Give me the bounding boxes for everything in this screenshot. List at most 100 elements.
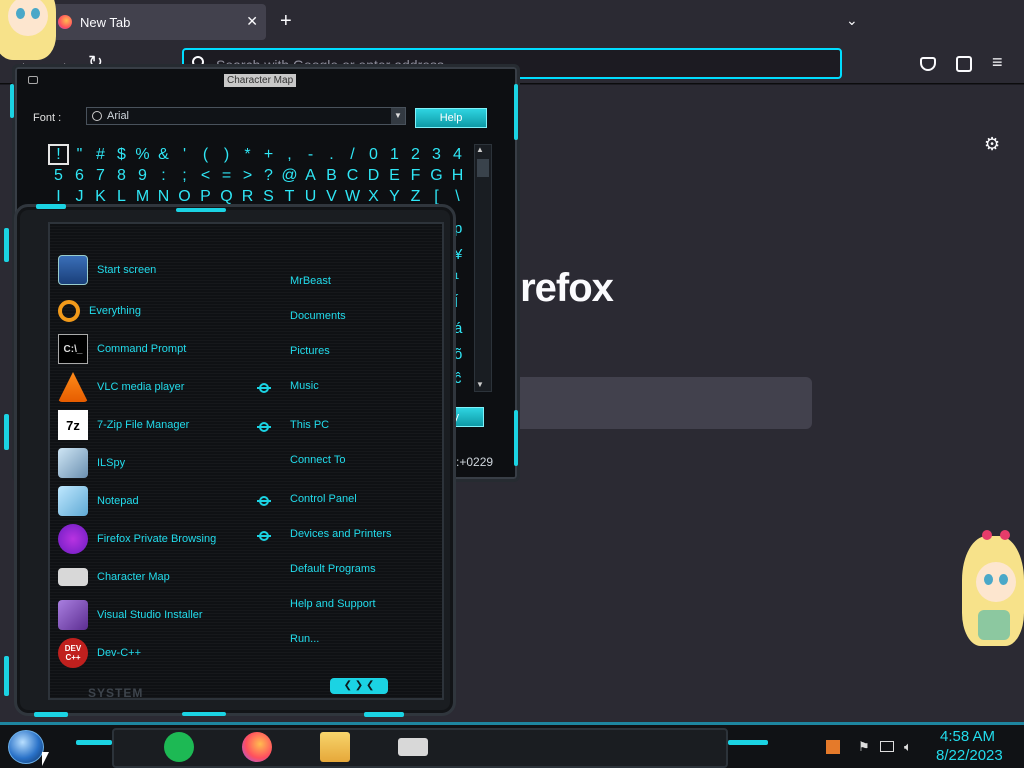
start-orb-icon[interactable]: [8, 730, 44, 764]
java-tray-icon[interactable]: [826, 740, 840, 754]
scroll-up-icon[interactable]: ▲: [476, 145, 484, 154]
new-tab-button[interactable]: +: [280, 10, 292, 33]
char-cell[interactable]: ;: [174, 165, 195, 186]
char-cell[interactable]: F: [405, 165, 426, 186]
char-cell[interactable]: 8: [111, 165, 132, 186]
start-menu-place[interactable]: Music: [290, 380, 319, 392]
char-cell[interactable]: ?: [258, 165, 279, 186]
program-label: Character Map: [97, 571, 170, 583]
char-cell[interactable]: :: [153, 165, 174, 186]
char-cell[interactable]: <: [195, 165, 216, 186]
start-menu-place[interactable]: Pictures: [290, 345, 330, 357]
clock-time[interactable]: 4:58 AM: [940, 728, 995, 745]
start-menu-place[interactable]: Default Programs: [290, 563, 376, 575]
start-menu-program[interactable]: Visual Studio Installer: [58, 599, 203, 631]
help-button[interactable]: Help: [415, 108, 487, 128]
start-menu-program[interactable]: DEV C++ Dev-C++: [58, 637, 141, 669]
chevron-down-icon[interactable]: ▼: [391, 108, 405, 124]
char-cell[interactable]: .: [321, 144, 342, 165]
character-grid-scrollbar[interactable]: [474, 144, 492, 392]
char-cell[interactable]: A: [300, 165, 321, 186]
char-cell[interactable]: 7: [90, 165, 111, 186]
flag-icon[interactable]: ⚑: [858, 739, 870, 755]
char-cell[interactable]: C: [342, 165, 363, 186]
spotify-icon[interactable]: [164, 732, 194, 762]
char-cell[interactable]: >: [237, 165, 258, 186]
start-menu-place[interactable]: Connect To: [290, 454, 345, 466]
char-cell[interactable]: /: [342, 144, 363, 165]
extensions-icon[interactable]: [956, 56, 972, 72]
firefox-private-icon: [58, 524, 88, 554]
char-cell[interactable]: +: [258, 144, 279, 165]
char-cell[interactable]: E: [384, 165, 405, 186]
firefox-icon[interactable]: [242, 732, 272, 762]
submenu-arrow-icon[interactable]: [257, 383, 271, 393]
start-menu-program[interactable]: C:\_ Command Prompt: [58, 333, 186, 365]
start-menu-place[interactable]: Help and Support: [290, 598, 376, 610]
char-cell[interactable]: $: [111, 144, 132, 165]
font-select[interactable]: Arial ▼: [86, 107, 406, 125]
char-cell[interactable]: \: [447, 186, 468, 207]
submenu-arrow-icon[interactable]: [257, 531, 271, 541]
volume-icon[interactable]: 🔈︎: [904, 739, 912, 755]
char-cell[interactable]: -: [300, 144, 321, 165]
frame-accent: [176, 208, 226, 212]
char-cell[interactable]: #: [90, 144, 111, 165]
start-menu-program[interactable]: Character Map: [58, 561, 170, 593]
tab-new-tab[interactable]: New Tab ✕: [48, 4, 266, 40]
start-menu-program[interactable]: Start screen: [58, 254, 156, 286]
char-cell[interactable]: ': [174, 144, 195, 165]
start-menu-place[interactable]: Control Panel: [290, 493, 357, 505]
char-cell[interactable]: 1: [384, 144, 405, 165]
menu-icon[interactable]: ≡: [992, 52, 1003, 73]
char-cell[interactable]: 0: [363, 144, 384, 165]
charmap-icon[interactable]: [398, 738, 428, 756]
char-cell[interactable]: B: [321, 165, 342, 186]
char-cell[interactable]: 4: [447, 144, 468, 165]
frame-accent: [4, 656, 9, 696]
start-menu-place[interactable]: This PC: [290, 419, 329, 431]
network-icon[interactable]: [880, 741, 894, 752]
char-cell[interactable]: (: [195, 144, 216, 165]
start-menu-program[interactable]: Everything: [58, 295, 141, 327]
start-menu-place[interactable]: MrBeast: [290, 275, 331, 287]
start-menu-program[interactable]: VLC media player: [58, 371, 184, 403]
char-cell[interactable]: ": [69, 144, 90, 165]
file-explorer-icon[interactable]: [320, 732, 350, 762]
char-cell[interactable]: @: [279, 165, 300, 186]
start-menu-program[interactable]: Firefox Private Browsing: [58, 523, 216, 555]
start-menu-program[interactable]: 7z 7-Zip File Manager: [58, 409, 189, 441]
submenu-arrow-icon[interactable]: [257, 496, 271, 506]
list-all-tabs-button[interactable]: ⌄: [846, 12, 858, 29]
system-label: SYSTEM: [88, 686, 144, 700]
char-cell[interactable]: %: [132, 144, 153, 165]
char-cell[interactable]: 6: [69, 165, 90, 186]
firefox-tab-icon: [58, 15, 72, 29]
char-cell[interactable]: ): [216, 144, 237, 165]
char-cell[interactable]: 2: [405, 144, 426, 165]
start-menu-place[interactable]: Devices and Printers: [290, 528, 392, 540]
char-cell[interactable]: 9: [132, 165, 153, 186]
clock-date[interactable]: 8/22/2023: [936, 747, 1003, 764]
tab-close-icon[interactable]: ✕: [246, 13, 258, 30]
start-menu-program[interactable]: Notepad: [58, 485, 139, 517]
start-menu-place[interactable]: Documents: [290, 310, 346, 322]
char-cell[interactable]: !: [48, 144, 69, 165]
frame-accent: [364, 712, 404, 717]
start-menu-program[interactable]: ILSpy: [58, 447, 125, 479]
scrollbar-thumb[interactable]: [477, 159, 489, 177]
start-menu-place[interactable]: Run...: [290, 633, 319, 645]
char-cell[interactable]: 5: [48, 165, 69, 186]
submenu-arrow-icon[interactable]: [257, 422, 271, 432]
char-cell[interactable]: D: [363, 165, 384, 186]
char-cell[interactable]: 3: [426, 144, 447, 165]
char-cell[interactable]: =: [216, 165, 237, 186]
start-menu-nav-button[interactable]: ❮ ❯ ❮: [330, 678, 388, 694]
char-cell[interactable]: H: [447, 165, 468, 186]
scroll-down-icon[interactable]: ▼: [476, 380, 484, 389]
char-cell[interactable]: ,: [279, 144, 300, 165]
char-cell[interactable]: G: [426, 165, 447, 186]
char-cell[interactable]: &: [153, 144, 174, 165]
char-cell[interactable]: *: [237, 144, 258, 165]
settings-gear-icon[interactable]: ⚙: [984, 134, 1000, 155]
